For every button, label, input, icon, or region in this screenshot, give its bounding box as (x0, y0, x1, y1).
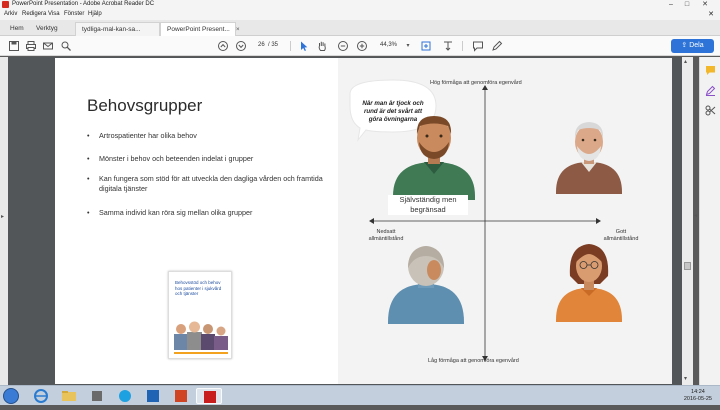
axis-label-right: Gott allmäntillstånd (603, 229, 639, 242)
taskbar-outlook-icon[interactable] (140, 388, 166, 404)
scroll-mode-icon[interactable] (442, 40, 454, 52)
taskbar-skype-icon[interactable] (112, 388, 138, 404)
acrobat-app-icon (2, 1, 9, 8)
page-total: / 35 (268, 42, 279, 48)
window-title: PowerPoint Presentation - Adobe Acrobat … (12, 1, 155, 7)
bullet-text: Artrospatienter har olika behov (99, 131, 197, 140)
left-panel-toggle[interactable]: ▸ (0, 57, 8, 385)
close-document-icon[interactable]: ✕ (708, 10, 714, 18)
slide-title: Behovsgrupper (87, 96, 203, 115)
bullet-item: • Samma individ kan röra sig mellan olik… (87, 208, 317, 218)
toolbar-divider (290, 41, 291, 51)
menu-fonster[interactable]: Fönster (64, 11, 84, 17)
select-cursor-icon[interactable] (298, 40, 310, 52)
close-window-button[interactable]: ✕ (698, 0, 712, 10)
title-bar: PowerPoint Presentation - Adobe Acrobat … (0, 0, 720, 10)
tab-document-1-label: tydliga-mal-kan-sa... (82, 26, 141, 33)
pdf-page: Behovsgrupper • Artrospatienter har olik… (55, 58, 672, 384)
print-icon[interactable] (25, 40, 37, 52)
comment-tool-icon[interactable] (705, 63, 716, 81)
toolbar: 26 / 35 44,3% ▾ (0, 36, 720, 56)
taskbar-ie-icon[interactable] (28, 388, 54, 404)
more-tools-icon[interactable] (705, 103, 716, 121)
comment-icon[interactable] (472, 40, 484, 52)
bullet-dot: • (87, 154, 90, 163)
tab-document-1[interactable]: tydliga-mal-kan-sa... (75, 22, 160, 36)
chevron-down-icon[interactable]: ▾ (402, 40, 414, 52)
axis-arrow-right (596, 218, 601, 224)
search-icon[interactable] (60, 40, 72, 52)
tab-document-2[interactable]: PowerPoint Present... × (160, 22, 240, 36)
zoom-level-select[interactable]: 44,3% (380, 42, 397, 48)
pen-icon[interactable] (491, 40, 503, 52)
previous-page-icon[interactable] (217, 40, 229, 52)
menu-bar: Arkiv Redigera Visa Fönster Hjälp ✕ (0, 10, 720, 20)
behavior-quadrant-diagram: Hög förmåga att genomföra egenvård Låg f… (338, 58, 672, 384)
fill-sign-icon[interactable] (705, 83, 716, 101)
tab-bar: Hem Verktyg tydliga-mal-kan-sa... PowerP… (0, 20, 720, 36)
report-cover-title: Behovsstöd och behov hos patienter i sju… (175, 280, 222, 296)
bullet-item: • Artrospatienter har olika behov (87, 131, 317, 141)
tab-document-2-label: PowerPoint Present... (167, 26, 230, 33)
menu-visa[interactable]: Visa (48, 11, 60, 17)
axis-label-bottom: Låg förmåga att genomföra egenvård (428, 358, 519, 364)
bullet-text: Mönster i behov och beteenden indelat i … (99, 154, 254, 163)
expand-left-panel-icon[interactable]: ▸ (1, 213, 4, 220)
report-cover-accent-bar (174, 352, 228, 354)
zoom-in-icon[interactable] (356, 40, 368, 52)
scroll-up-icon[interactable]: ▴ (684, 58, 687, 65)
bullet-text: Samma individ kan röra sig mellan olika … (99, 208, 253, 217)
people-illustration (174, 321, 228, 350)
fit-page-icon[interactable] (420, 40, 432, 52)
axis-label-top: Hög förmåga att genomföra egenvård (430, 80, 522, 86)
bullet-dot: • (87, 208, 90, 217)
start-button[interactable] (3, 388, 19, 404)
taskbar-acrobat-icon[interactable] (196, 388, 222, 404)
person-bottom-right (556, 244, 622, 322)
share-button-label: Dela (689, 42, 704, 49)
minimize-button[interactable]: – (664, 0, 678, 10)
scrollbar-thumb[interactable] (684, 262, 691, 270)
taskbar-explorer-icon[interactable] (56, 388, 82, 404)
axis-label-left: Nedsatt allmäntillstånd (368, 229, 404, 242)
email-icon[interactable] (42, 40, 54, 52)
menu-arkiv[interactable]: Arkiv (4, 11, 17, 17)
axis-arrow-left (369, 218, 374, 224)
save-icon[interactable] (8, 40, 20, 52)
close-tab-icon[interactable]: × (236, 26, 240, 33)
taskbar-media-icon[interactable] (84, 388, 110, 404)
person-top-right (556, 122, 622, 194)
clock-time: 14:24 (691, 389, 705, 395)
system-clock[interactable]: 14:24 2016-05-25 (684, 389, 712, 403)
bullet-text: Kan fungera som stöd för att utveckla de… (99, 174, 323, 193)
hand-tool-icon[interactable] (316, 40, 328, 52)
next-page-icon[interactable] (235, 40, 247, 52)
bullet-item: • Mönster i behov och beteenden indelat … (87, 154, 317, 164)
zoom-out-icon[interactable] (337, 40, 349, 52)
scroll-down-icon[interactable]: ▾ (684, 375, 687, 382)
maximize-button[interactable]: □ (680, 0, 694, 10)
bullet-dot: • (87, 131, 90, 140)
menu-hjalp[interactable]: Hjälp (88, 11, 102, 17)
share-button[interactable]: ⇪ Dela (671, 39, 714, 53)
vertical-scrollbar[interactable]: ▴ ▾ (682, 57, 693, 385)
quadrant-caption: Självständig men begränsad (388, 195, 468, 215)
report-cover-image: Behovsstöd och behov hos patienter i sju… (168, 271, 232, 359)
bullet-dot: • (87, 174, 90, 183)
tab-tools[interactable]: Verktyg (30, 22, 64, 36)
collapse-right-panel-icon[interactable]: ◂ (694, 212, 697, 219)
menu-redigera[interactable]: Redigera (22, 11, 46, 17)
right-tools-pane (699, 57, 720, 385)
person-bottom-left (388, 246, 464, 324)
page-number-input[interactable]: 26 (258, 42, 265, 48)
taskbar: 14:24 2016-05-25 (0, 385, 720, 405)
toolbar-divider (462, 41, 463, 51)
tab-home[interactable]: Hem (4, 22, 30, 36)
clock-date: 2016-05-25 (683, 396, 712, 402)
acrobat-window: PowerPoint Presentation - Adobe Acrobat … (0, 0, 720, 405)
bullet-item: • Kan fungera som stöd för att utveckla … (87, 174, 335, 194)
taskbar-powerpoint-icon[interactable] (168, 388, 194, 404)
speech-bubble-text: När man är tjock och rund är det svårt a… (362, 100, 424, 123)
